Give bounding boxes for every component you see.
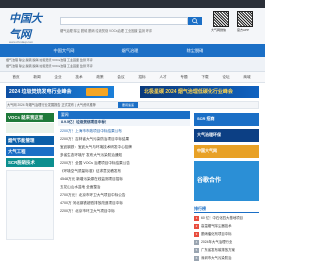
rank-badge: 5 (194, 247, 199, 253)
wechat-qr-code (213, 11, 229, 27)
subnav-row-2: 烟气治理 除尘 脱硫 脱硝 垃圾焚烧 VOCs治理 工业固废 监测 环评 (6, 64, 259, 71)
rank-text-4: 2024年大气治理行业 (201, 240, 233, 244)
nav-item-flue-gas[interactable]: 烟气治理 (110, 44, 150, 57)
logo-text: 中国大气网 (9, 13, 42, 41)
tab-4[interactable]: 技术 (69, 72, 89, 82)
news-item-3[interactable]: 宝武钢铁：宝武大气与环境技术研发中心挂牌 (60, 143, 188, 151)
tab-10[interactable]: 下载 (195, 72, 215, 82)
nav-item-dust-removal[interactable]: 除尘脱硝 (175, 44, 215, 57)
tab-7[interactable]: 招标 (132, 72, 152, 82)
ticker-label: 要闻速递 (118, 102, 138, 108)
right-ad-1[interactable]: SCR 招商 (194, 113, 259, 126)
news-item-11[interactable]: 2200万！北京市环卫大气项目中标 (60, 207, 188, 215)
rank-badge: 2 (194, 223, 199, 229)
conference-banner-right[interactable]: 北极星碳 2024 烟气治理低碳化行业峰会 (140, 86, 259, 98)
rank-text-5: 广东省发布碳排放方案 (201, 248, 235, 252)
wechat-qr-label: 大气网微信 (211, 28, 227, 32)
rank-text-3: 脱硝催化剂项目中标 (201, 232, 232, 236)
left-ad-3[interactable]: 大气工程 (6, 147, 54, 156)
news-item-1[interactable]: 2200万！上海市市政项目中标结果公布 (60, 127, 188, 135)
search-button[interactable] (188, 17, 202, 25)
top-utility-bar (0, 0, 265, 8)
tab-2[interactable]: 新闻 (27, 72, 47, 82)
ticker-text[interactable]: 大气网 2024 年烟气治理行业发展报告 正式发布 | 大气资讯推荐 (7, 103, 96, 107)
rank-item-4[interactable]: 4 2024年大气治理行业 (194, 238, 259, 246)
rank-text-1: 60 亿！中石化四大基地项目 (201, 216, 244, 220)
search-input[interactable] (60, 17, 188, 25)
rank-item-5[interactable]: 5 广东省发布碳排放方案 (194, 246, 259, 254)
rank-badge: 3 (194, 231, 199, 237)
left-ad-1-body (6, 123, 54, 133)
tab-9[interactable]: 专题 (174, 72, 194, 82)
tab-1[interactable]: 首页 (6, 72, 26, 82)
left-ad-1[interactable]: VOCs 就来我这里 (6, 113, 54, 122)
subnav-links-1[interactable]: 烟气治理 除尘 脱硫 脱硝 垃圾焚烧 VOCs治理 工业固废 监测 环评 (6, 58, 93, 62)
right-ad-2[interactable]: 大气治理环保 (194, 129, 259, 142)
news-item-2[interactable]: 2200万！吉林省大气污染防治项目中标结果 (60, 135, 188, 143)
nav-item-home[interactable]: 中国大气网 (44, 44, 84, 57)
left-news-list (6, 170, 54, 240)
ranking-title: 排行榜 (194, 205, 259, 213)
rank-item-6[interactable]: 6 深圳市大气污染防治 (194, 254, 259, 262)
rank-item-1[interactable]: 1 60 亿！中石化四大基地项目 (194, 214, 259, 222)
tab-12[interactable]: 商城 (237, 72, 257, 82)
rank-badge: 1 (194, 215, 199, 221)
left-ad-2[interactable]: 烟气节能管理 (6, 136, 54, 145)
app-qr-code (237, 11, 253, 27)
main-news-header: 要闻 (58, 111, 190, 119)
tab-3[interactable]: 企业 (48, 72, 68, 82)
hot-search-links[interactable]: 烟气治理 除尘 脱硫 脱硝 垃圾焚烧 VOCs治理 工业固废 监测 环评 (60, 28, 210, 34)
left-ad-4[interactable]: SCR脱硝技术 (6, 158, 54, 167)
tab-5[interactable]: 政策 (90, 72, 110, 82)
news-item-8[interactable]: 五花山山水盆地 全面整治 (60, 183, 188, 191)
rank-text-6: 深圳市大气污染防治 (201, 256, 232, 260)
right-ad-4[interactable]: 谷歌合作 (194, 161, 259, 201)
site-logo[interactable]: 中国大气网 www.chndaqi.com (9, 10, 47, 44)
tab-6[interactable]: 会议 (111, 72, 131, 82)
rank-badge: 4 (194, 239, 199, 245)
subnav-links-2[interactable]: 烟气治理 除尘 脱硫 脱硝 垃圾焚烧 VOCs治理 工业固废 监测 环评 (6, 64, 93, 68)
news-item-10[interactable]: 4700万 河北钢铁超低排放改造项目中标 (60, 199, 188, 207)
search-icon (192, 18, 198, 24)
news-item-5[interactable]: 2200万！全国 VOCs 治理项目中标结果公告 (60, 159, 188, 167)
rank-item-3[interactable]: 3 脱硝催化剂项目中标 (194, 230, 259, 238)
news-item-6[interactable]: 《环境空气质量标准》征求意见稿发布 (60, 167, 188, 175)
news-item-4[interactable]: 多省生态环境厅 发布大气污染防治通知 (60, 151, 188, 159)
news-item-9[interactable]: 2700万元！北京市环卫大气项目中标公告 (60, 191, 188, 199)
rank-text-2: 高温烟气除尘器技术 (201, 224, 232, 228)
app-qr-label: 官方APP (237, 28, 250, 32)
right-ad-3[interactable]: 中国大气网 (194, 145, 259, 158)
banner-tag (86, 88, 108, 96)
rank-item-2[interactable]: 2 高温烟气除尘器技术 (194, 222, 259, 230)
tab-8[interactable]: 人才 (153, 72, 173, 82)
news-item-7[interactable]: 4548万元 新增污染源在线监测项目招标 (60, 175, 188, 183)
headline[interactable]: 8.9.5亿！垃圾焚烧项目中标！ (58, 119, 190, 126)
rank-badge: 6 (194, 255, 199, 261)
tab-11[interactable]: 论坛 (216, 72, 236, 82)
